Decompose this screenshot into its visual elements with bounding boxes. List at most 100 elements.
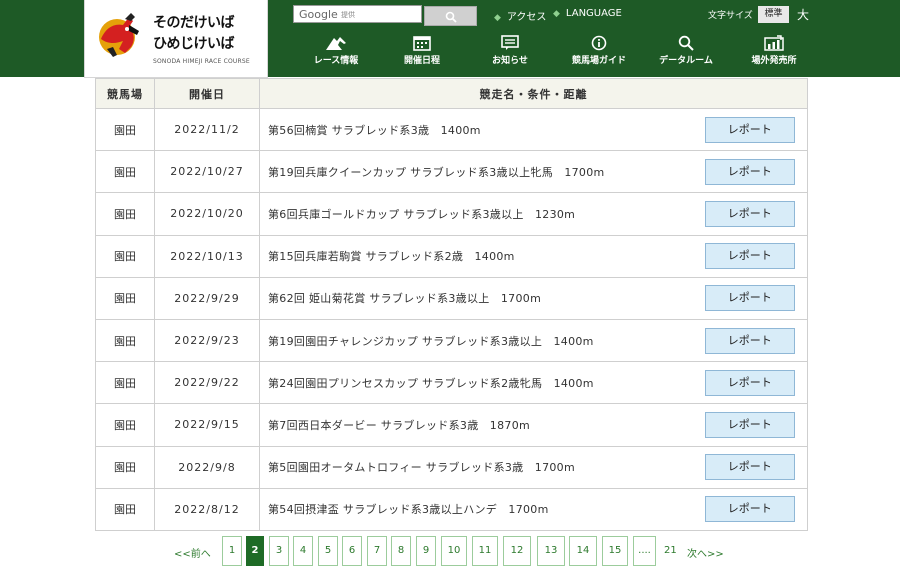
- search-icon: [445, 11, 457, 23]
- font-size-label: 文字サイズ: [708, 11, 753, 21]
- cell-venue: 園田: [95, 445, 155, 489]
- nav-news[interactable]: お知らせ: [470, 35, 550, 66]
- col-header-venue: 競馬場: [95, 78, 155, 109]
- cell-date: 2022/10/20: [154, 192, 260, 236]
- pagination-page-2[interactable]: 2: [246, 536, 264, 566]
- cell-date: 2022/11/2: [154, 107, 260, 152]
- cell-report: レポート: [692, 107, 808, 152]
- cell-date: 2022/9/22: [154, 361, 260, 405]
- font-size-standard-button[interactable]: 標準: [758, 6, 789, 23]
- cell-venue: 園田: [95, 318, 155, 363]
- search-icon: [678, 35, 694, 51]
- report-button[interactable]: レポート: [704, 243, 795, 270]
- access-link[interactable]: ◆ アクセス: [494, 8, 546, 23]
- cell-venue: 園田: [95, 403, 155, 447]
- pagination-prev-link[interactable]: <<前へ: [174, 545, 211, 560]
- cell-race-name[interactable]: 第6回兵庫ゴールドカップ サラブレッド系3歳以上 1230m: [259, 192, 693, 236]
- cell-race-name[interactable]: 第7回西日本ダービー サラブレッド系3歳 1870m: [259, 403, 693, 447]
- search-button[interactable]: [424, 6, 477, 26]
- pagination-page-3[interactable]: 3: [269, 536, 289, 566]
- report-button[interactable]: レポート: [704, 116, 795, 143]
- cell-race-name[interactable]: 第56回楠賞 サラブレッド系3歳 1400m: [259, 107, 693, 152]
- col-header-date: 開催日: [154, 78, 260, 109]
- report-button[interactable]: レポート: [704, 411, 795, 438]
- pagination-page-15[interactable]: 15: [602, 536, 628, 566]
- cell-race-name[interactable]: 第24回園田プリンセスカップ サラブレッド系2歳牝馬 1400m: [259, 361, 693, 405]
- search-input[interactable]: Google 提供: [293, 5, 422, 23]
- race-report-table: 競馬場 開催日 競走名・条件・距離 園田 2022/11/2 第56回楠賞 サラブレ…: [95, 78, 808, 531]
- calendar-icon: [413, 36, 431, 51]
- table-row: 園田 2022/9/8 第5回園田オータムトロフィー サラブレッド系3歳 1700m…: [95, 445, 808, 489]
- language-link[interactable]: ◆ LANGUAGE: [553, 8, 622, 19]
- logo-text-sonoda: そのだけいば: [153, 15, 235, 31]
- horse-icon: [326, 37, 346, 50]
- report-button[interactable]: レポート: [704, 158, 795, 185]
- report-button[interactable]: レポート: [704, 454, 795, 481]
- nav-data-room[interactable]: データルーム: [646, 35, 726, 66]
- cell-venue: 園田: [95, 276, 155, 320]
- pagination-page-6[interactable]: 6: [342, 536, 362, 566]
- cell-date: 2022/8/12: [154, 487, 260, 531]
- logo-text-himeji: ひめじけいば: [153, 36, 235, 52]
- bullet-icon: ◆: [553, 9, 560, 19]
- cell-report: レポート: [692, 150, 808, 194]
- table-row: 園田 2022/9/29 第62回 姫山菊花賞 サラブレッド系3歳以上 1700m レ…: [95, 276, 808, 320]
- pagination: <<前へ 1 2 3 4 5 6 7 8 9 10 11 12 13 14 15 .... 21 次へ>>: [0, 536, 900, 566]
- report-button[interactable]: レポート: [704, 369, 795, 396]
- report-button[interactable]: レポート: [704, 496, 795, 523]
- cell-venue: 園田: [95, 192, 155, 236]
- pagination-page-10[interactable]: 10: [441, 536, 467, 566]
- news-icon: [501, 35, 519, 50]
- cell-report: レポート: [692, 318, 808, 363]
- bullet-icon: ◆: [494, 13, 501, 23]
- pagination-page-1[interactable]: 1: [222, 536, 242, 566]
- nav-race-info[interactable]: レース情報: [296, 35, 376, 66]
- font-size-large-button[interactable]: 大: [797, 6, 809, 23]
- cell-race-name[interactable]: 第19回園田チャレンジカップ サラブレッド系3歳以上 1400m: [259, 318, 693, 363]
- pagination-page-7[interactable]: 7: [367, 536, 387, 566]
- cell-venue: 園田: [95, 487, 155, 531]
- cell-date: 2022/9/29: [154, 276, 260, 320]
- cell-venue: 園田: [95, 361, 155, 405]
- nav-course-guide[interactable]: 競馬場ガイド: [559, 35, 639, 66]
- cell-race-name[interactable]: 第19回兵庫クイーンカップ サラブレッド系3歳以上牝馬 1700m: [259, 150, 693, 194]
- table-row: 園田 2022/11/2 第56回楠賞 サラブレッド系3歳 1400m レポート: [95, 107, 808, 152]
- search-placeholder: 提供: [341, 11, 355, 19]
- report-button[interactable]: レポート: [704, 200, 795, 227]
- cell-date: 2022/9/23: [154, 318, 260, 363]
- nav-schedule[interactable]: 開催日程: [382, 35, 462, 66]
- site-logo[interactable]: そのだけいば ひめじけいば SONODA HIMEJI RACE COURSE: [84, 0, 268, 78]
- chart-icon: [764, 35, 784, 51]
- pagination-page-12[interactable]: 12: [503, 536, 531, 566]
- cell-venue: 園田: [95, 234, 155, 278]
- info-icon: [591, 35, 607, 51]
- pagination-page-14[interactable]: 14: [569, 536, 597, 566]
- google-label: Google: [299, 8, 338, 21]
- nav-offsite-sales[interactable]: 場外発売所: [734, 35, 814, 66]
- table-row: 園田 2022/10/27 第19回兵庫クイーンカップ サラブレッド系3歳以上牝馬 …: [95, 150, 808, 194]
- pagination-page-5[interactable]: 5: [318, 536, 338, 566]
- table-row: 園田 2022/9/22 第24回園田プリンセスカップ サラブレッド系2歳牝馬 14…: [95, 361, 808, 405]
- cell-race-name[interactable]: 第62回 姫山菊花賞 サラブレッド系3歳以上 1700m: [259, 276, 693, 320]
- table-row: 園田 2022/9/23 第19回園田チャレンジカップ サラブレッド系3歳以上 14…: [95, 318, 808, 363]
- cell-report: レポート: [692, 487, 808, 531]
- cell-date: 2022/10/27: [154, 150, 260, 194]
- cell-report: レポート: [692, 403, 808, 447]
- pagination-last-page[interactable]: 21: [664, 545, 677, 556]
- cell-venue: 園田: [95, 107, 155, 152]
- cell-race-name[interactable]: 第54回摂津盃 サラブレッド系3歳以上ハンデ 1700m: [259, 487, 693, 531]
- logo-subtitle: SONODA HIMEJI RACE COURSE: [153, 58, 250, 65]
- cell-race-name[interactable]: 第5回園田オータムトロフィー サラブレッド系3歳 1700m: [259, 445, 693, 489]
- pagination-next-link[interactable]: 次へ>>: [687, 545, 724, 560]
- cell-race-name[interactable]: 第15回兵庫若駒賞 サラブレッド系2歳 1400m: [259, 234, 693, 278]
- pagination-page-8[interactable]: 8: [391, 536, 411, 566]
- pagination-page-4[interactable]: 4: [293, 536, 313, 566]
- col-header-race: 競走名・条件・距離: [259, 78, 808, 109]
- cell-report: レポート: [692, 445, 808, 489]
- report-button[interactable]: レポート: [704, 285, 795, 312]
- pagination-page-13[interactable]: 13: [537, 536, 565, 566]
- cell-venue: 園田: [95, 150, 155, 194]
- report-button[interactable]: レポート: [704, 327, 795, 354]
- pagination-page-9[interactable]: 9: [416, 536, 436, 566]
- pagination-page-11[interactable]: 11: [472, 536, 498, 566]
